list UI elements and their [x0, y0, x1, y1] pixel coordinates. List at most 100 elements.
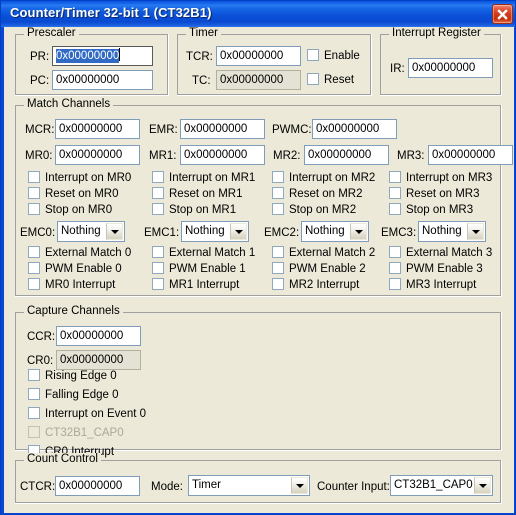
reset-on-mr0-label: Reset on MR0 — [45, 188, 119, 200]
mr1-input[interactable]: 0x00000000 — [180, 145, 265, 165]
ccr-input[interactable]: 0x00000000 — [56, 326, 141, 346]
mr1-interrupt-checkbox[interactable]: MR1 Interrupt — [152, 278, 239, 292]
close-icon — [497, 9, 508, 20]
title-bar[interactable]: Counter/Timer 32-bit 1 (CT32B1) — [1, 1, 515, 27]
mr0-label: MR0: — [25, 150, 53, 162]
mr3-input[interactable]: 0x00000000 — [428, 145, 513, 165]
stop-on-mr2-checkbox[interactable]: Stop on MR2 — [272, 203, 356, 217]
pwmc-input[interactable]: 0x00000000 — [312, 119, 397, 139]
counter-timer-dialog-window: Counter/Timer 32-bit 1 (CT32B1) Prescale… — [0, 0, 516, 515]
checkbox-box — [28, 262, 40, 274]
emc3-select-value: Nothing — [422, 225, 462, 237]
reset-on-mr0-checkbox[interactable]: Reset on MR0 — [28, 187, 119, 201]
pwm-enable-3-checkbox[interactable]: PWM Enable 3 — [389, 262, 483, 276]
emc0-select[interactable]: Nothing — [57, 221, 125, 242]
pwm-enable-2-checkbox[interactable]: PWM Enable 2 — [272, 262, 366, 276]
mode-label: Mode: — [151, 481, 183, 493]
mr1-interrupt-label: MR1 Interrupt — [169, 279, 240, 291]
chevron-down-icon[interactable] — [350, 223, 367, 240]
checkbox-box — [152, 187, 164, 199]
checkbox-box — [152, 203, 164, 215]
ctcr-input[interactable]: 0x00000000 — [55, 476, 140, 496]
external-match-3-checkbox[interactable]: External Match 3 — [389, 246, 492, 260]
interrupt-on-event-0-checkbox[interactable]: Interrupt on Event 0 — [28, 407, 146, 421]
emc1-select[interactable]: Nothing — [181, 221, 249, 242]
tcr-input[interactable]: 0x00000000 — [216, 46, 301, 66]
external-match-3-label: External Match 3 — [406, 247, 493, 259]
interrupt-on-mr2-checkbox[interactable]: Interrupt on MR2 — [272, 171, 375, 185]
emr-label: EMR: — [149, 124, 178, 136]
checkbox-box — [272, 246, 284, 258]
ir-input[interactable]: 0x00000000 — [408, 58, 493, 78]
falling-edge-0-label: Falling Edge 0 — [45, 389, 119, 401]
mcr-label: MCR: — [25, 124, 55, 136]
checkbox-box — [307, 49, 319, 61]
interrupt-on-mr1-checkbox[interactable]: Interrupt on MR1 — [152, 171, 255, 185]
external-match-0-checkbox[interactable]: External Match 0 — [28, 246, 131, 260]
match-channels-legend: Match Channels — [24, 98, 114, 110]
reset-on-mr2-checkbox[interactable]: Reset on MR2 — [272, 187, 363, 201]
mr2-interrupt-checkbox[interactable]: MR2 Interrupt — [272, 278, 359, 292]
interrupt-on-mr0-checkbox[interactable]: Interrupt on MR0 — [28, 171, 131, 185]
checkbox-box — [389, 262, 401, 274]
stop-on-mr0-checkbox[interactable]: Stop on MR0 — [28, 203, 112, 217]
pwm-enable-2-label: PWM Enable 2 — [289, 263, 366, 275]
chevron-down-icon[interactable] — [291, 477, 308, 494]
chevron-down-icon[interactable] — [467, 223, 484, 240]
emr-input[interactable]: 0x00000000 — [180, 119, 265, 139]
pr-input[interactable]: 0x00000000 — [52, 46, 153, 66]
external-match-0-label: External Match 0 — [45, 247, 132, 259]
emc2-select[interactable]: Nothing — [301, 221, 369, 242]
chevron-down-icon[interactable] — [106, 223, 123, 240]
dialog-client-area: Prescaler PR: 0x00000000 PC: 0x00000000 … — [4, 27, 514, 513]
timer-enable-checkbox[interactable]: Enable — [307, 49, 360, 63]
pc-input[interactable]: 0x00000000 — [52, 70, 153, 90]
counter-input-select[interactable]: CT32B1_CAP0 — [390, 475, 493, 496]
checkbox-box — [152, 278, 164, 290]
external-match-2-checkbox[interactable]: External Match 2 — [272, 246, 375, 260]
checkbox-box — [389, 246, 401, 258]
pwm-enable-0-checkbox[interactable]: PWM Enable 0 — [28, 262, 122, 276]
timer-legend: Timer — [186, 27, 221, 39]
emc0-select-value: Nothing — [61, 225, 101, 237]
pc-label: PC: — [30, 75, 50, 87]
reset-on-mr2-label: Reset on MR2 — [289, 188, 363, 200]
checkbox-box — [28, 171, 40, 183]
pwm-enable-1-checkbox[interactable]: PWM Enable 1 — [152, 262, 246, 276]
timer-reset-checkbox[interactable]: Reset — [307, 73, 354, 87]
mr3-interrupt-label: MR3 Interrupt — [406, 279, 477, 291]
close-button[interactable] — [492, 4, 513, 24]
checkbox-box — [28, 246, 40, 258]
interrupt-on-mr3-checkbox[interactable]: Interrupt on MR3 — [389, 171, 492, 185]
chevron-down-icon[interactable] — [230, 223, 247, 240]
cr0-input[interactable]: 0x00000000 — [56, 350, 141, 370]
mr2-input[interactable]: 0x00000000 — [304, 145, 389, 165]
mr3-interrupt-checkbox[interactable]: MR3 Interrupt — [389, 278, 476, 292]
tc-input[interactable]: 0x00000000 — [216, 70, 301, 90]
mr0-input[interactable]: 0x00000000 — [55, 145, 140, 165]
stop-on-mr1-checkbox[interactable]: Stop on MR1 — [152, 203, 236, 217]
external-match-1-checkbox[interactable]: External Match 1 — [152, 246, 255, 260]
stop-on-mr3-checkbox[interactable]: Stop on MR3 — [389, 203, 473, 217]
prescaler-legend: Prescaler — [24, 27, 79, 39]
rising-edge-0-checkbox[interactable]: Rising Edge 0 — [28, 369, 117, 383]
mr0-interrupt-checkbox[interactable]: MR0 Interrupt — [28, 278, 115, 292]
ir-label: IR: — [390, 63, 405, 75]
chevron-down-icon[interactable] — [474, 477, 491, 494]
mcr-input[interactable]: 0x00000000 — [55, 119, 140, 139]
reset-on-mr3-checkbox[interactable]: Reset on MR3 — [389, 187, 480, 201]
checkbox-box — [152, 246, 164, 258]
mode-select[interactable]: Timer — [188, 475, 310, 496]
checkbox-box — [28, 203, 40, 215]
cr0-label: CR0: — [27, 355, 54, 367]
reset-on-mr1-checkbox[interactable]: Reset on MR1 — [152, 187, 243, 201]
emc0-label: EMC0: — [20, 227, 56, 239]
stop-on-mr3-label: Stop on MR3 — [406, 204, 474, 216]
emc3-select[interactable]: Nothing — [418, 221, 486, 242]
external-match-2-label: External Match 2 — [289, 247, 376, 259]
checkbox-box — [389, 203, 401, 215]
emc1-label: EMC1: — [144, 227, 180, 239]
falling-edge-0-checkbox[interactable]: Falling Edge 0 — [28, 388, 119, 402]
checkbox-box — [389, 278, 401, 290]
reset-on-mr3-label: Reset on MR3 — [406, 188, 480, 200]
